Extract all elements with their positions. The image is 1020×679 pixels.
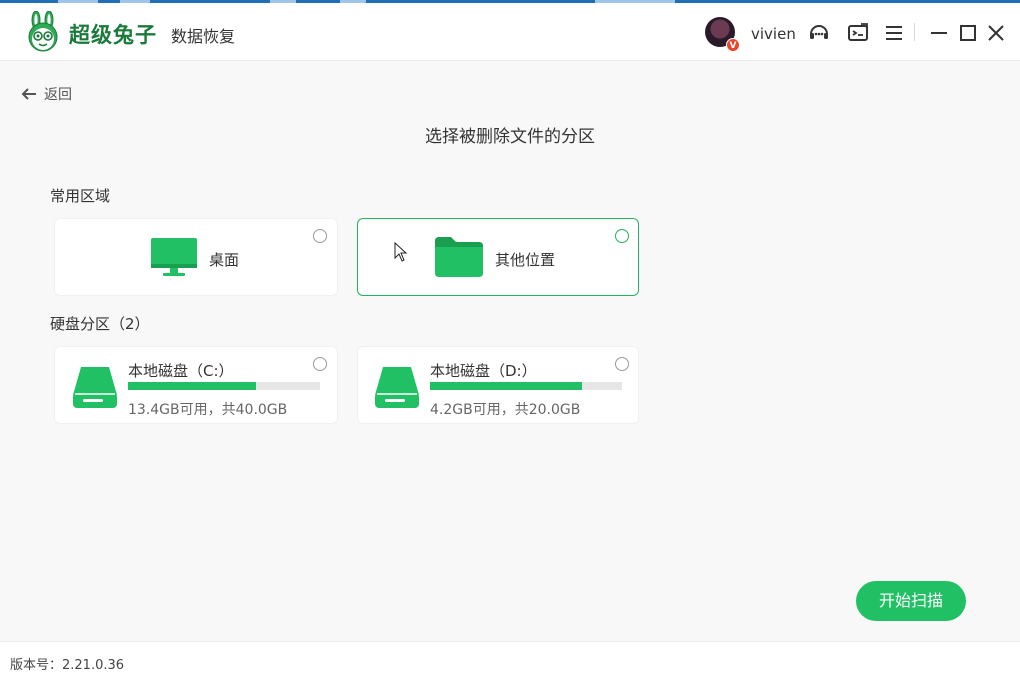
back-label: 返回 — [44, 87, 72, 103]
close-icon[interactable] — [984, 21, 1008, 45]
start-scan-button[interactable]: 开始扫描 — [856, 581, 966, 621]
location-label: 桌面 — [209, 251, 240, 269]
footer: 版本号：2.21.0.36 — [0, 641, 1020, 679]
disk-capacity-text: 13.4GB可用，共40.0GB — [128, 402, 288, 418]
vip-badge: V — [726, 38, 740, 52]
arrow-left-icon — [21, 88, 36, 100]
hard-drive-icon — [375, 367, 419, 408]
disk-name: 本地磁盘（C:） — [128, 362, 234, 380]
disk-card-c[interactable]: 本地磁盘（C:） 13.4GB可用，共40.0GB — [54, 346, 338, 424]
page-title: 选择被删除文件的分区 — [425, 127, 595, 147]
hard-drive-icon — [73, 367, 117, 408]
customer-service-icon[interactable] — [807, 21, 831, 45]
location-label: 其他位置 — [495, 251, 556, 269]
disk-capacity-text: 4.2GB可用，共20.0GB — [430, 402, 581, 418]
rabbit-logo-icon — [28, 11, 58, 52]
location-card-desktop[interactable]: 桌面 — [54, 218, 338, 296]
username[interactable]: vivien — [751, 25, 796, 43]
disk-card-d[interactable]: 本地磁盘（D:） 4.2GB可用，共20.0GB — [357, 346, 639, 424]
feedback-icon[interactable] — [846, 21, 870, 45]
radio-button[interactable] — [313, 357, 327, 371]
disk-name: 本地磁盘（D:） — [430, 362, 537, 380]
title-bar: 超级兔子 数据恢复 V vivien — [0, 3, 1020, 61]
mouse-cursor-icon — [394, 242, 408, 262]
menu-icon[interactable] — [882, 21, 906, 45]
radio-button[interactable] — [313, 229, 327, 243]
disk-usage-fill — [430, 382, 582, 390]
back-button[interactable]: 返回 — [20, 84, 72, 104]
folder-icon — [435, 237, 483, 277]
minimize-icon[interactable] — [927, 21, 951, 45]
radio-button[interactable] — [615, 357, 629, 371]
titlebar-divider — [914, 23, 915, 41]
disk-section-label: 硬盘分区（2） — [50, 315, 150, 333]
monitor-icon — [151, 238, 197, 276]
disk-usage-bar — [128, 382, 320, 390]
common-section-label: 常用区域 — [50, 187, 111, 205]
disk-usage-bar — [430, 382, 622, 390]
avatar[interactable]: V — [705, 17, 740, 52]
maximize-icon[interactable] — [956, 21, 980, 45]
version-text: 版本号：2.21.0.36 — [10, 658, 125, 673]
product-name: 数据恢复 — [171, 27, 236, 46]
brand-name: 超级兔子 — [69, 23, 157, 47]
radio-button-selected[interactable] — [615, 229, 629, 243]
disk-usage-fill — [128, 382, 256, 390]
